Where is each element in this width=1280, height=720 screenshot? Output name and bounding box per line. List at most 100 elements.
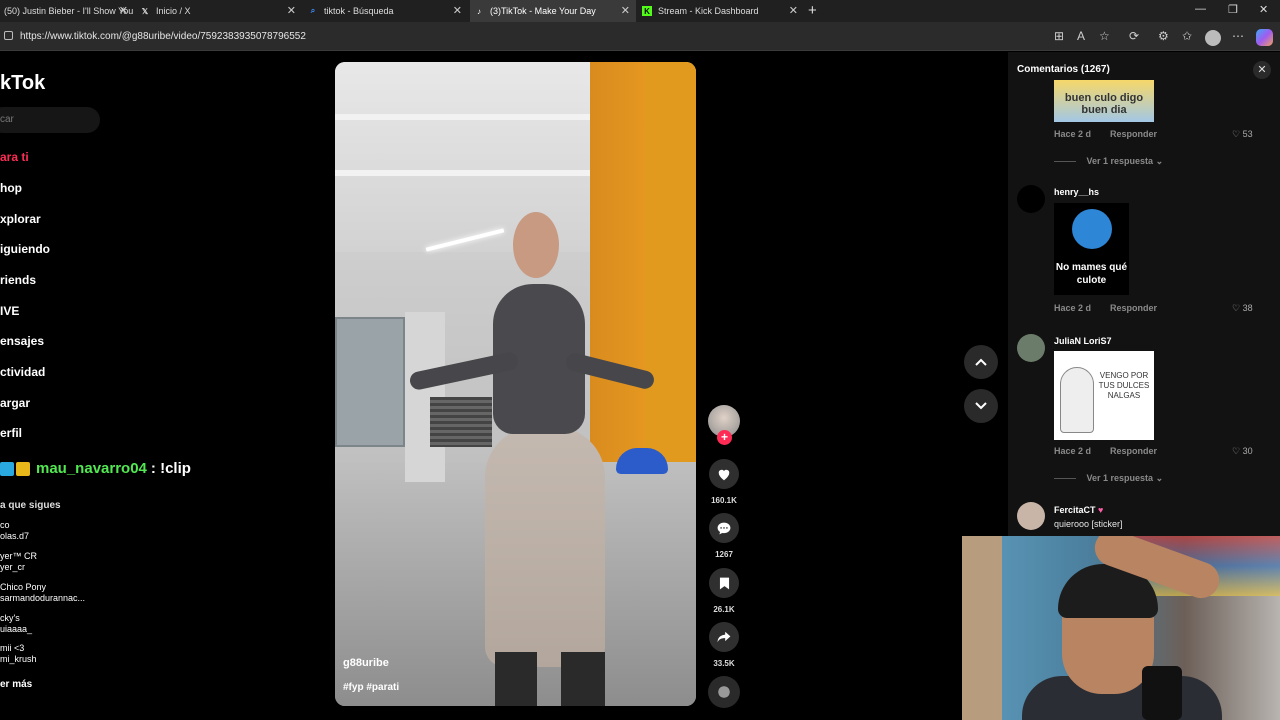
share-icon — [717, 631, 731, 643]
nav-live[interactable]: IVE — [0, 304, 19, 318]
chat-text: : !clip — [150, 460, 191, 477]
x-icon: 𝕏 — [141, 6, 149, 16]
comment-count: 1267 — [715, 550, 733, 559]
reply-button[interactable]: Responder — [1110, 303, 1157, 313]
tab-kick[interactable]: K Stream - Kick Dashboard ✕ — [638, 0, 804, 22]
view-replies-button[interactable]: Ver 1 respuesta ⌄ — [1054, 473, 1164, 484]
favorites-icon[interactable]: ✩ — [1182, 29, 1192, 43]
follow-button[interactable]: + — [717, 430, 732, 445]
tab-tiktok[interactable]: ♪ (3)TikTok - Make Your Day ✕ — [470, 0, 636, 22]
comment-like-button[interactable]: ♡ 38 — [1232, 303, 1253, 314]
comment-like-count: 53 — [1242, 129, 1253, 139]
reply-button[interactable]: Responder — [1110, 446, 1157, 456]
new-tab-button[interactable]: + — [808, 2, 817, 19]
video-player[interactable]: g88uribe #fyp #parati — [335, 62, 696, 706]
tab-youtube[interactable]: (50) Justin Bieber - I'll Show You ✕ — [0, 0, 134, 22]
comment-like-button[interactable]: ♡ 53 — [1232, 129, 1253, 140]
following-name: cky's — [0, 613, 20, 623]
sticker-text: No mames qué culote — [1055, 262, 1128, 286]
music-disc-icon[interactable] — [708, 676, 740, 708]
following-handle: sarmandodurannac... — [0, 593, 86, 603]
comment-sticker: VENGO POR TUS DULCES NALGAS — [1054, 351, 1154, 440]
nav-for-you[interactable]: ara ti — [0, 150, 29, 164]
video-hashtags[interactable]: #fyp #parati — [343, 682, 399, 693]
nav-profile[interactable]: erfil — [0, 426, 22, 440]
nav-shop[interactable]: hop — [0, 181, 22, 195]
nav-explore[interactable]: xplorar — [0, 212, 41, 226]
settings-icon[interactable]: ⚙ — [1158, 29, 1169, 43]
following-account[interactable]: co olas.d7 — [0, 520, 29, 542]
nav-upload[interactable]: argar — [0, 396, 30, 410]
following-name: Chico Pony — [0, 582, 47, 592]
video-author[interactable]: g88uribe — [343, 657, 389, 669]
comment-like-count: 30 — [1242, 446, 1253, 456]
bookmark-icon — [719, 577, 729, 589]
share-count: 33.5K — [713, 659, 735, 668]
maximize-icon[interactable]: ❐ — [1228, 3, 1238, 16]
comment-username[interactable]: FercitaCT ♥ — [1054, 505, 1103, 515]
profile-avatar[interactable] — [1205, 30, 1221, 46]
person-boots — [495, 652, 605, 706]
tab-close-icon[interactable]: ✕ — [453, 4, 462, 17]
tab-x[interactable]: 𝕏 Inicio / X ✕ — [136, 0, 302, 22]
favorite-star-icon[interactable]: ☆ — [1099, 29, 1110, 43]
chat-badge-icon — [0, 461, 14, 476]
next-video-button[interactable] — [964, 389, 998, 423]
url-text[interactable]: https://www.tiktok.com/@g88uribe/video/7… — [20, 31, 306, 42]
previous-video-button[interactable] — [964, 345, 998, 379]
comment-icon — [717, 522, 731, 534]
like-count: 160.1K — [711, 496, 737, 505]
nav-following[interactable]: iguiendo — [0, 242, 50, 256]
tab-label: (3)TikTok - Make Your Day — [490, 6, 596, 16]
search-icon: ⌕ — [310, 6, 316, 15]
copilot-icon[interactable] — [1256, 29, 1273, 46]
video-scene-ball — [616, 448, 668, 474]
more-menu-icon[interactable]: ⋯ — [1232, 29, 1244, 43]
nav-friends[interactable]: riends — [0, 273, 36, 287]
save-button[interactable] — [709, 568, 739, 598]
tab-close-icon[interactable]: ✕ — [287, 4, 296, 17]
tiktok-icon: ♪ — [477, 6, 481, 16]
tiktok-logo[interactable]: kTok — [0, 72, 45, 95]
tab-label: tiktok - Búsqueda — [324, 6, 394, 16]
avatar[interactable] — [1017, 502, 1045, 530]
view-replies-button[interactable]: Ver 1 respuesta ⌄ — [1054, 156, 1164, 167]
tab-search[interactable]: ⌕ tiktok - Búsqueda ✕ — [304, 0, 468, 22]
person-legs — [485, 427, 605, 667]
following-name: co — [0, 520, 10, 530]
tab-close-icon[interactable]: ✕ — [789, 4, 798, 17]
extensions-icon[interactable]: ⟳ — [1129, 29, 1139, 43]
nav-messages[interactable]: ensajes — [0, 334, 44, 348]
comment-button[interactable] — [709, 513, 739, 543]
following-account[interactable]: yer™ CR yer_cr — [0, 551, 37, 573]
tab-close-icon[interactable]: ✕ — [621, 4, 630, 17]
comment-username[interactable]: henry__hs — [1054, 187, 1099, 197]
following-account[interactable]: Chico Pony sarmandodurannac... — [0, 582, 85, 604]
search-input[interactable]: car — [0, 107, 100, 133]
see-more-link[interactable]: er más — [0, 679, 32, 690]
comment-like-button[interactable]: ♡ 30 — [1232, 446, 1253, 457]
share-button[interactable] — [709, 622, 739, 652]
sticker-character — [1072, 209, 1112, 249]
comment-username[interactable]: JuliaN LoriS7 — [1054, 336, 1112, 346]
reply-button[interactable]: Responder — [1110, 129, 1157, 139]
comment-sticker: No mames qué culote — [1054, 203, 1129, 295]
read-aloud-icon[interactable]: A — [1077, 29, 1085, 43]
heart-outline-icon: ♡ — [1232, 303, 1241, 313]
nav-activity[interactable]: ctividad — [0, 365, 45, 379]
following-account[interactable]: mii <3 mi_krush — [0, 643, 37, 665]
following-name: mii <3 — [0, 643, 25, 653]
following-account[interactable]: cky's uiaaaa_ — [0, 613, 32, 635]
apps-icon[interactable]: ⊞ — [1054, 29, 1064, 43]
avatar[interactable] — [1017, 334, 1045, 362]
heart-icon — [718, 469, 730, 480]
close-comments-button[interactable]: ✕ — [1253, 61, 1271, 79]
kick-icon: K — [642, 6, 652, 16]
avatar[interactable] — [1017, 185, 1045, 213]
like-button[interactable] — [709, 459, 739, 489]
search-placeholder: car — [0, 114, 14, 125]
minimize-icon[interactable]: — — [1195, 3, 1206, 15]
tab-close-icon[interactable]: ✕ — [119, 4, 128, 17]
address-bar[interactable]: https://www.tiktok.com/@g88uribe/video/7… — [0, 22, 1280, 51]
window-close-icon[interactable]: ✕ — [1259, 3, 1268, 16]
